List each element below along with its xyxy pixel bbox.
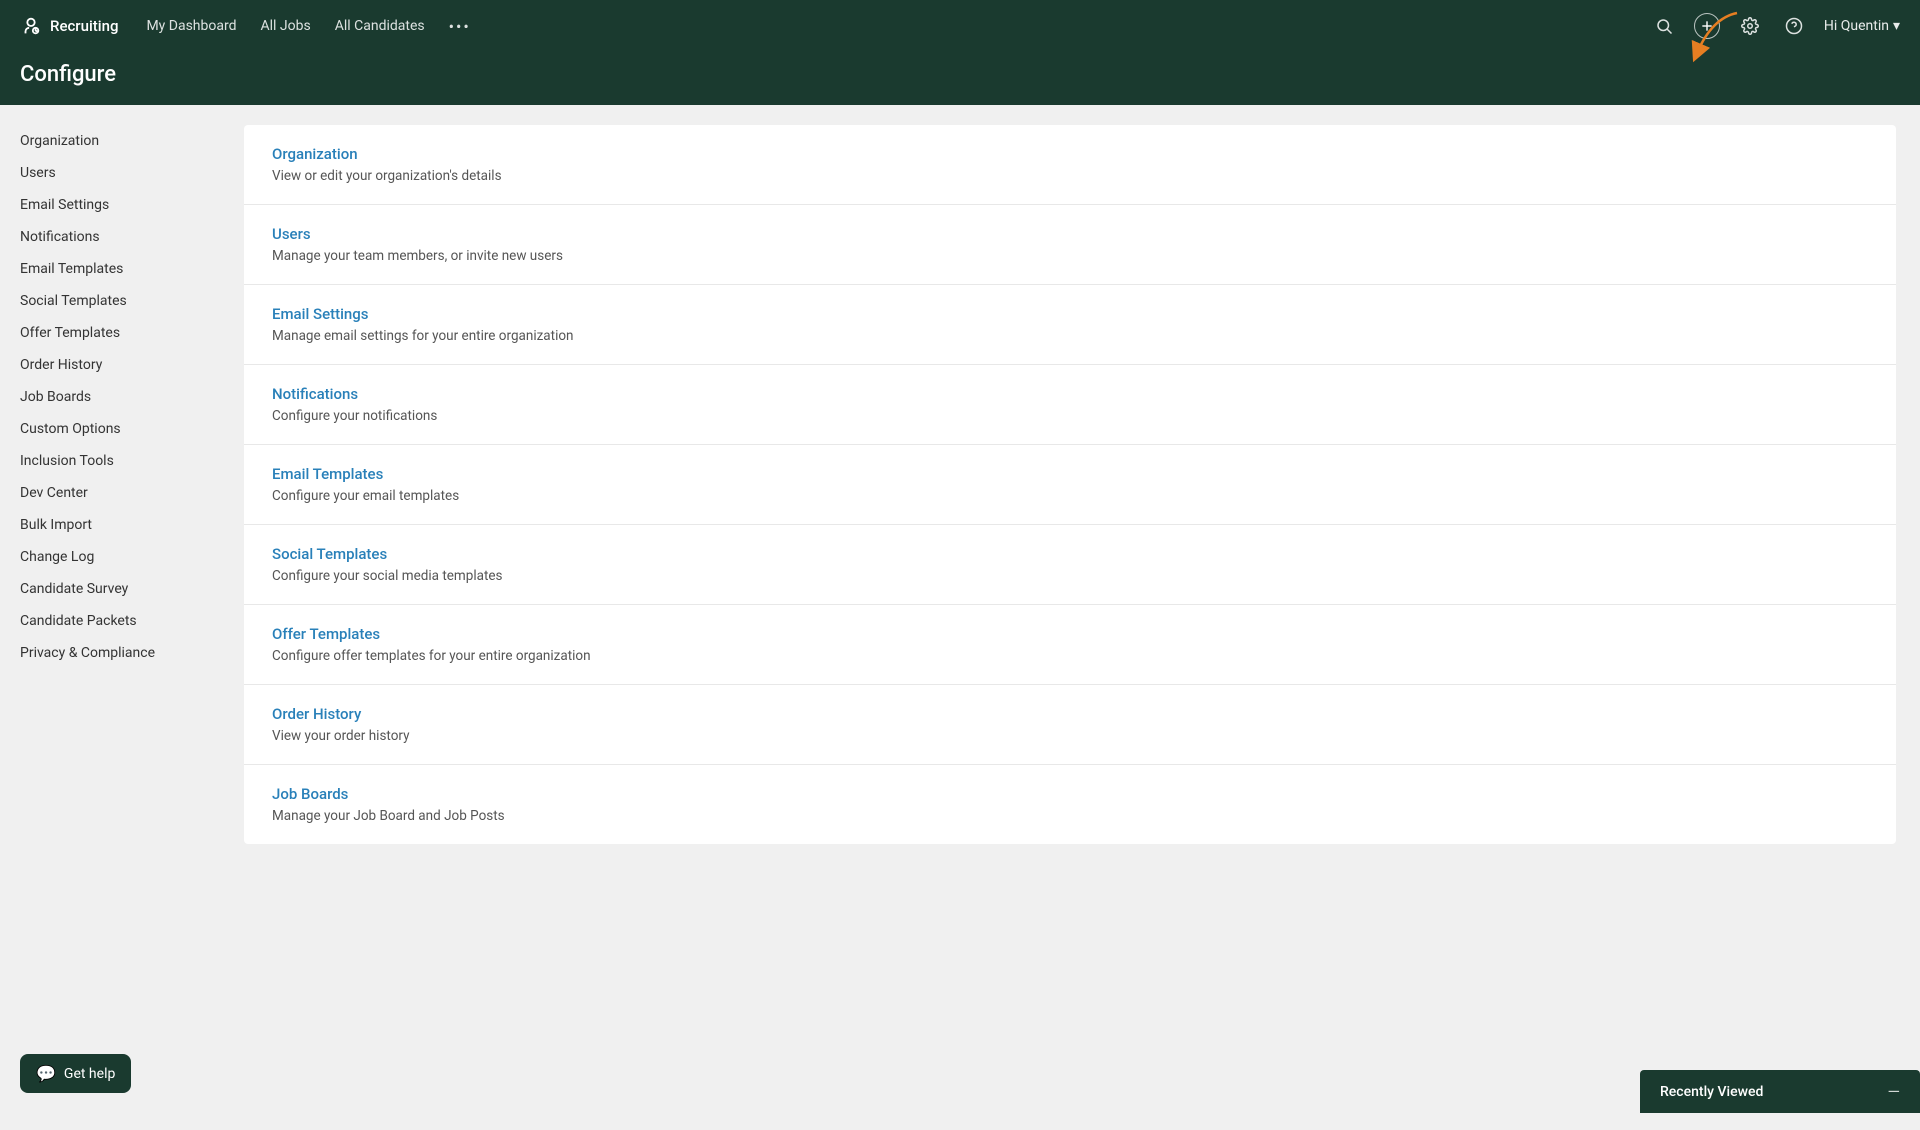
- content-item-email-templates: Email Templates Configure your email tem…: [244, 445, 1896, 525]
- sidebar-item-social-templates[interactable]: Social Templates: [0, 285, 220, 317]
- page-title: Configure: [20, 62, 1900, 87]
- content-desc-email-templates: Configure your email templates: [272, 488, 1868, 504]
- chat-icon: 💬: [36, 1064, 56, 1083]
- sidebar-item-inclusion-tools[interactable]: Inclusion Tools: [0, 445, 220, 477]
- page-header: Configure: [0, 52, 1920, 105]
- content-link-job-boards[interactable]: Job Boards: [272, 785, 1868, 803]
- content-link-organization[interactable]: Organization: [272, 145, 1868, 163]
- nav-more[interactable]: •••: [449, 17, 471, 36]
- sidebar-item-users[interactable]: Users: [0, 157, 220, 189]
- sidebar-item-email-templates[interactable]: Email Templates: [0, 253, 220, 285]
- content-desc-organization: View or edit your organization's details: [272, 168, 1868, 184]
- sidebar-item-change-log[interactable]: Change Log: [0, 541, 220, 573]
- sidebar-item-bulk-import[interactable]: Bulk Import: [0, 509, 220, 541]
- recently-viewed-bar[interactable]: Recently Viewed —: [1640, 1070, 1920, 1113]
- user-chevron-icon: ▾: [1893, 18, 1900, 34]
- content-item-job-boards: Job Boards Manage your Job Board and Job…: [244, 765, 1896, 844]
- content-desc-job-boards: Manage your Job Board and Job Posts: [272, 808, 1868, 824]
- sidebar-item-privacy-compliance[interactable]: Privacy & Compliance: [0, 637, 220, 669]
- content-item-offer-templates: Offer Templates Configure offer template…: [244, 605, 1896, 685]
- top-nav: Recruiting My Dashboard All Jobs All Can…: [0, 0, 1920, 52]
- content-link-offer-templates[interactable]: Offer Templates: [272, 625, 1868, 643]
- content-item-notifications: Notifications Configure your notificatio…: [244, 365, 1896, 445]
- nav-links: My Dashboard All Jobs All Candidates •••: [146, 17, 1649, 36]
- main-content: Organization View or edit your organizat…: [220, 105, 1920, 1130]
- sidebar-item-email-settings[interactable]: Email Settings: [0, 189, 220, 221]
- nav-my-dashboard[interactable]: My Dashboard: [146, 18, 236, 34]
- minimize-icon[interactable]: —: [1888, 1082, 1901, 1101]
- user-greeting: Hi Quentin: [1824, 18, 1889, 34]
- help-button[interactable]: [1780, 12, 1808, 40]
- sidebar-item-job-boards[interactable]: Job Boards: [0, 381, 220, 413]
- content-card: Organization View or edit your organizat…: [244, 125, 1896, 844]
- sidebar-item-custom-options[interactable]: Custom Options: [0, 413, 220, 445]
- main-layout: Organization Users Email Settings Notifi…: [0, 105, 1920, 1130]
- sidebar-item-organization[interactable]: Organization: [0, 125, 220, 157]
- sidebar-item-order-history[interactable]: Order History: [0, 349, 220, 381]
- sidebar-item-dev-center[interactable]: Dev Center: [0, 477, 220, 509]
- content-link-notifications[interactable]: Notifications: [272, 385, 1868, 403]
- sidebar-item-candidate-packets[interactable]: Candidate Packets: [0, 605, 220, 637]
- settings-button[interactable]: [1736, 12, 1764, 40]
- sidebar-item-candidate-survey[interactable]: Candidate Survey: [0, 573, 220, 605]
- content-item-email-settings: Email Settings Manage email settings for…: [244, 285, 1896, 365]
- content-desc-email-settings: Manage email settings for your entire or…: [272, 328, 1868, 344]
- content-link-social-templates[interactable]: Social Templates: [272, 545, 1868, 563]
- content-desc-notifications: Configure your notifications: [272, 408, 1868, 424]
- content-item-order-history: Order History View your order history: [244, 685, 1896, 765]
- content-link-email-templates[interactable]: Email Templates: [272, 465, 1868, 483]
- nav-all-jobs[interactable]: All Jobs: [260, 18, 310, 34]
- content-desc-order-history: View your order history: [272, 728, 1868, 744]
- recently-viewed-title: Recently Viewed: [1660, 1084, 1763, 1100]
- chat-button[interactable]: 💬 Get help: [20, 1054, 131, 1093]
- add-button[interactable]: [1694, 13, 1720, 39]
- nav-all-candidates[interactable]: All Candidates: [335, 18, 425, 34]
- app-name: Recruiting: [50, 17, 118, 35]
- content-item-organization: Organization View or edit your organizat…: [244, 125, 1896, 205]
- content-desc-users: Manage your team members, or invite new …: [272, 248, 1868, 264]
- content-item-users: Users Manage your team members, or invit…: [244, 205, 1896, 285]
- app-logo[interactable]: Recruiting: [20, 15, 118, 37]
- content-desc-offer-templates: Configure offer templates for your entir…: [272, 648, 1868, 664]
- nav-right: Hi Quentin ▾: [1650, 12, 1900, 40]
- user-menu[interactable]: Hi Quentin ▾: [1824, 18, 1900, 34]
- content-link-users[interactable]: Users: [272, 225, 1868, 243]
- search-button[interactable]: [1650, 12, 1678, 40]
- content-link-order-history[interactable]: Order History: [272, 705, 1868, 723]
- content-item-social-templates: Social Templates Configure your social m…: [244, 525, 1896, 605]
- chat-label: Get help: [64, 1066, 115, 1082]
- sidebar-item-offer-templates[interactable]: Offer Templates: [0, 317, 220, 349]
- content-desc-social-templates: Configure your social media templates: [272, 568, 1868, 584]
- content-link-email-settings[interactable]: Email Settings: [272, 305, 1868, 323]
- sidebar-item-notifications[interactable]: Notifications: [0, 221, 220, 253]
- sidebar: Organization Users Email Settings Notifi…: [0, 105, 220, 1130]
- recruiting-logo-icon: [20, 15, 42, 37]
